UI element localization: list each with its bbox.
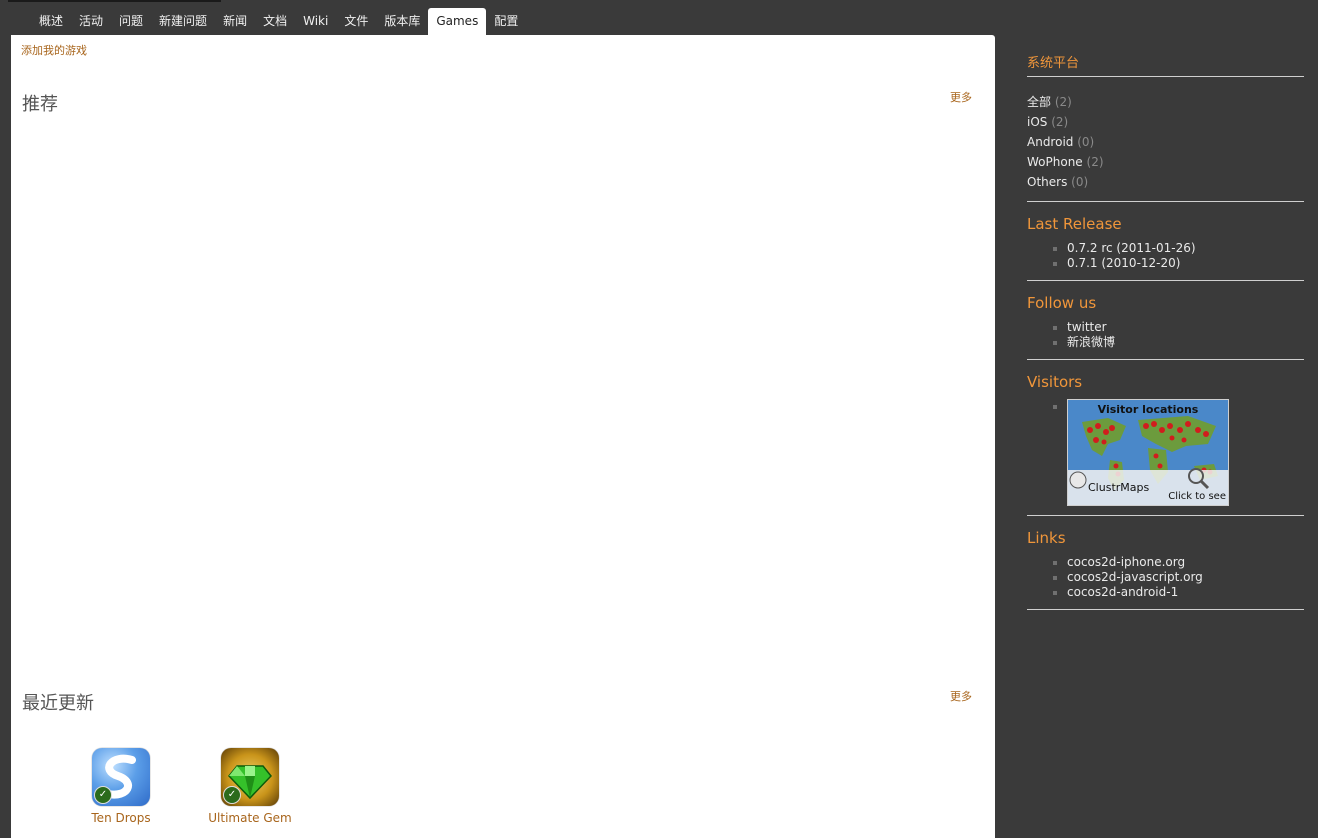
tab-settings[interactable]: 配置	[486, 8, 526, 35]
platform-label[interactable]: 全部	[1027, 95, 1051, 109]
last-release-section: Last Release 0.7.2 rc (2011-01-26) 0.7.1…	[1027, 215, 1304, 281]
visitors-title: Visitors	[1027, 373, 1083, 391]
game-name[interactable]: Ten Drops	[66, 811, 176, 825]
release-item[interactable]: 0.7.1 (2010-12-20)	[1067, 256, 1304, 271]
platform-item-ios[interactable]: iOS (2)	[1027, 112, 1304, 132]
platform-item-others[interactable]: Others (0)	[1027, 172, 1304, 192]
featured-title: 推荐	[22, 94, 58, 115]
ultimate-gem-icon[interactable]: ✓	[221, 748, 279, 806]
visitor-map-item[interactable]: Visitor locations ClustrMaps Click to se…	[1067, 399, 1304, 506]
recent-updates-title: 最近更新	[22, 693, 94, 714]
platform-list: 全部 (2) iOS (2) Android (0) WoPhone (2) O…	[1027, 92, 1304, 192]
game-item-ultimate-gem[interactable]: ✓ Ultimate Gem	[195, 748, 305, 825]
platform-count: (0)	[1077, 135, 1095, 149]
follow-item-weibo[interactable]: 新浪微博	[1067, 335, 1304, 350]
platform-count: (2)	[1086, 155, 1104, 169]
visitors-section: Visitors ▪ Visitor locations ClustrMaps …	[1027, 373, 1304, 516]
tab-news[interactable]: 新闻	[215, 8, 255, 35]
follow-section: Follow us twitter 新浪微博	[1027, 294, 1304, 360]
tab-activity[interactable]: 活动	[71, 8, 111, 35]
visitor-map[interactable]: Visitor locations ClustrMaps Click to se…	[1067, 399, 1229, 506]
release-label[interactable]: 0.7.1 (2010-12-20)	[1067, 256, 1180, 270]
platform-label[interactable]: Android	[1027, 135, 1073, 149]
link-label[interactable]: cocos2d-javascript.org	[1067, 570, 1203, 584]
platform-label[interactable]: WoPhone	[1027, 155, 1083, 169]
links-list: cocos2d-iphone.org cocos2d-javascript.or…	[1027, 555, 1304, 600]
platform-title: 系统平台	[1027, 52, 1304, 77]
release-label[interactable]: 0.7.2 rc (2011-01-26)	[1067, 241, 1196, 255]
tab-wiki[interactable]: Wiki	[295, 8, 336, 35]
platform-label[interactable]: iOS	[1027, 115, 1047, 129]
ten-drops-icon[interactable]: ✓	[92, 748, 150, 806]
game-item-ten-drops[interactable]: ✓ Ten Drops	[66, 748, 176, 825]
visitors-list: Visitor locations ClustrMaps Click to se…	[1027, 399, 1304, 506]
release-list: 0.7.2 rc (2011-01-26) 0.7.1 (2010-12-20)	[1027, 241, 1304, 271]
checkmark-icon: ✓	[94, 786, 112, 804]
link-item[interactable]: cocos2d-javascript.org	[1067, 570, 1304, 585]
add-my-game-link[interactable]: 添加我的游戏	[21, 42, 87, 58]
platform-item-all[interactable]: 全部 (2)	[1027, 92, 1304, 112]
tab-overview[interactable]: 概述	[31, 8, 71, 35]
sidebar: 系统平台 全部 (2) iOS (2) Android (0) WoPhone …	[1027, 52, 1304, 623]
follow-title: Follow us	[1027, 294, 1097, 312]
release-item[interactable]: 0.7.2 rc (2011-01-26)	[1067, 241, 1304, 256]
tab-issues[interactable]: 问题	[111, 8, 151, 35]
platform-label[interactable]: Others	[1027, 175, 1067, 189]
links-title: Links	[1027, 529, 1066, 547]
tab-files[interactable]: 文件	[336, 8, 376, 35]
top-stripe	[8, 0, 221, 2]
link-label[interactable]: cocos2d-iphone.org	[1067, 555, 1185, 569]
map-title: Visitor locations	[1097, 403, 1199, 416]
tab-games[interactable]: Games	[428, 8, 487, 35]
tab-new-issue[interactable]: 新建问题	[151, 8, 215, 35]
link-label[interactable]: cocos2d-android-1	[1067, 585, 1178, 599]
project-tabs: 概述 活动 问题 新建问题 新闻 文档 Wiki 文件 版本库 Games 配置	[31, 8, 526, 35]
last-release-title: Last Release	[1027, 215, 1122, 233]
platform-count: (2)	[1054, 95, 1072, 109]
recent-more-link[interactable]: 更多	[950, 688, 972, 704]
game-name[interactable]: Ultimate Gem	[195, 811, 305, 825]
platform-item-android[interactable]: Android (0)	[1027, 132, 1304, 152]
map-click-to-see: Click to see	[1168, 491, 1226, 502]
follow-label[interactable]: 新浪微博	[1067, 335, 1115, 349]
clustrmaps-logo: ClustrMaps	[1088, 481, 1150, 494]
links-section: Links cocos2d-iphone.org cocos2d-javascr…	[1027, 529, 1304, 610]
checkmark-icon: ✓	[223, 786, 241, 804]
platform-section: 系统平台 全部 (2) iOS (2) Android (0) WoPhone …	[1027, 52, 1304, 202]
platform-count: (2)	[1051, 115, 1069, 129]
follow-label[interactable]: twitter	[1067, 320, 1107, 334]
link-item[interactable]: cocos2d-iphone.org	[1067, 555, 1304, 570]
main-content: 添加我的游戏 推荐 更多 最近更新 更多 ✓ Ten Drops ✓ Ultim…	[11, 35, 995, 838]
featured-more-link[interactable]: 更多	[950, 89, 972, 105]
follow-item-twitter[interactable]: twitter	[1067, 320, 1304, 335]
tab-repository[interactable]: 版本库	[376, 8, 428, 35]
link-item[interactable]: cocos2d-android-1	[1067, 585, 1304, 600]
follow-list: twitter 新浪微博	[1027, 320, 1304, 350]
tab-documents[interactable]: 文档	[255, 8, 295, 35]
platform-count: (0)	[1071, 175, 1089, 189]
platform-item-wophone[interactable]: WoPhone (2)	[1027, 152, 1304, 172]
